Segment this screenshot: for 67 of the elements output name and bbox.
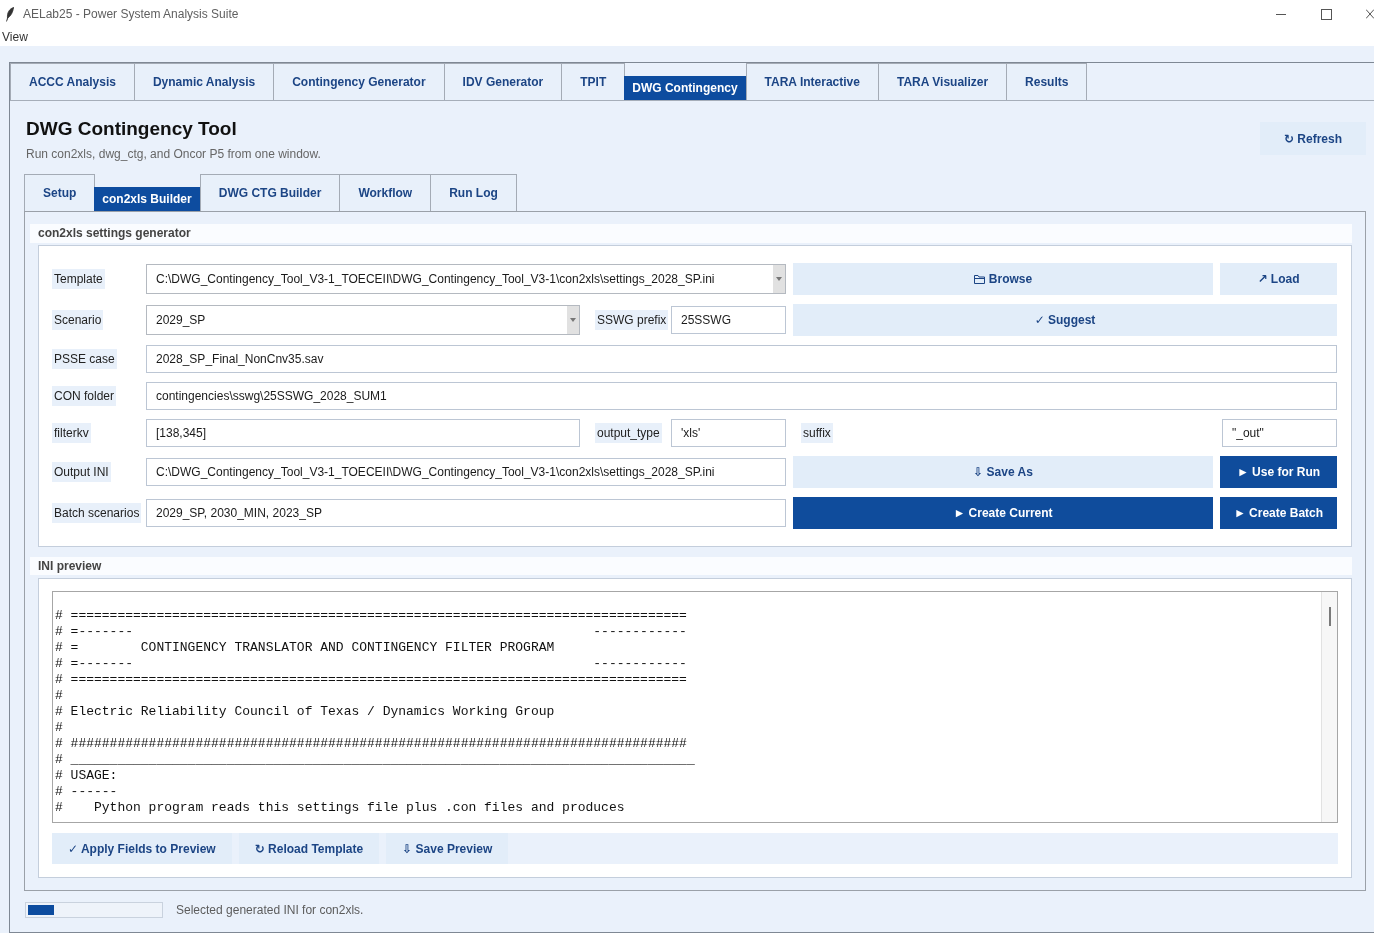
preview-line: # ------ <box>55 784 118 800</box>
feather-icon <box>6 6 14 22</box>
preview-line: # = CONTINGENCY TRANSLATOR AND CONTINGENCY FILTER PROGRAM <box>55 640 555 656</box>
field-label: suffix <box>801 423 833 443</box>
case-field[interactable]: 2028_SP_Final_NonCnv35.sav <box>146 345 1337 373</box>
scrollbar-thumb[interactable] <box>1328 607 1331 626</box>
page-title: DWG Contingency Tool <box>26 118 238 140</box>
preview-line: # =------- ------------ <box>55 624 687 640</box>
save-preview-button[interactable]: ⇩ Save Preview <box>386 833 509 864</box>
field-label: Template <box>52 269 105 289</box>
filter-field[interactable]: [138,345] <box>146 419 580 447</box>
field-label: Output INI <box>52 462 111 482</box>
preview-line: # Python program reads this settings file plus .con files and produces <box>55 800 625 816</box>
preview-line: # =============================================================================== <box>55 672 687 688</box>
minimize-icon[interactable] <box>1276 13 1286 15</box>
reload-button[interactable]: ↻ Reload Template <box>238 833 380 864</box>
preview-line: # =------- ------------ <box>55 656 687 672</box>
folder-icon <box>973 274 985 284</box>
preview-line: # Electric Reliability Council of Texas / Dynamics Working Group <box>55 704 555 720</box>
suffix-field[interactable]: "_out" <box>1222 419 1337 447</box>
section-title: con2xls settings generator <box>30 224 1352 243</box>
close-icon[interactable] <box>1366 9 1374 19</box>
subtab[interactable]: Setup <box>24 174 96 211</box>
output-path-field[interactable]: C:\DWG_Contingency_Tool_V3-1_TOECEII\DWG_Contingency_Tool_V3-1\con2xls\settings_2028_SP.ini <box>146 458 786 486</box>
subtab[interactable]: Run Log <box>430 174 517 211</box>
template-dropdown[interactable]: C:\DWG_Contingency_Tool_V3-1_TOECEII\DWG_Contingency_Tool_V3-1\con2xls\settings_2028_SP.ini <box>146 264 786 294</box>
field-label: output_type <box>595 423 662 443</box>
preview-line: # =============================================================================== <box>55 608 687 624</box>
refresh-button[interactable]: ↻ Refresh <box>1260 122 1366 155</box>
subtab[interactable]: DWG CTG Builder <box>199 174 341 211</box>
apply-button[interactable]: ✓ Apply Fields to Preview <box>52 833 232 864</box>
tab[interactable]: ACCC Analysis <box>10 63 135 100</box>
create-batch-button[interactable]: ► Create Batch <box>1220 497 1337 529</box>
tab[interactable]: TARA Interactive <box>745 63 879 100</box>
field-label: SSWG prefix <box>595 310 669 330</box>
preview-line: # <box>55 720 63 736</box>
preview-line: # ________________________________________________________________________________ <box>55 752 695 768</box>
field-label: Scenario <box>52 310 104 330</box>
scenario-dropdown[interactable]: 2029_SP <box>146 305 580 335</box>
folder-field[interactable]: contingencies\sswg\25SSWG_2028_SUM1 <box>146 382 1337 410</box>
scrollbar[interactable] <box>1321 592 1337 822</box>
section-title: INI preview <box>30 557 1352 575</box>
field-label: CON folder <box>52 386 117 406</box>
preview-line: # ############################################################################### <box>55 736 687 752</box>
status-text: Selected generated INI for con2xls. <box>176 903 364 917</box>
preview-line: # USAGE: <box>55 768 118 784</box>
batch-field[interactable]: 2029_SP, 2030_MIN, 2023_SP <box>146 499 786 527</box>
use-for-run-button[interactable]: ► Use for Run <box>1220 456 1337 488</box>
browse-button[interactable]: Browse <box>793 263 1213 295</box>
load-button[interactable]: ↗ Load <box>1220 263 1337 295</box>
save-as-button[interactable]: ⇩ Save As <box>793 456 1213 488</box>
subtab[interactable]: con2xls Builder <box>94 187 200 211</box>
preview-line: # <box>55 688 63 704</box>
ini-preview-field[interactable] <box>52 591 1338 823</box>
page-subtitle: Run con2xls, dwg_ctg, and Oncor P5 from one window. <box>26 147 321 161</box>
field-label: filterkv <box>52 423 91 443</box>
menu-item[interactable]: View <box>2 30 28 44</box>
prefix-field[interactable]: 25SSWG <box>671 306 786 334</box>
tab[interactable]: DWG Contingency <box>624 76 746 100</box>
tab[interactable]: Results <box>1006 63 1088 100</box>
field-label: PSSE case <box>52 349 117 369</box>
output-type-field[interactable]: 'xls' <box>671 419 786 447</box>
window-title: AELab25 - Power System Analysis Suite <box>23 7 239 21</box>
create-current-button[interactable]: ► Create Current <box>793 497 1213 529</box>
suggest-button[interactable]: ✓ Suggest <box>793 304 1337 336</box>
maximize-icon[interactable] <box>1321 8 1332 20</box>
field-label: Batch scenarios <box>52 503 142 523</box>
